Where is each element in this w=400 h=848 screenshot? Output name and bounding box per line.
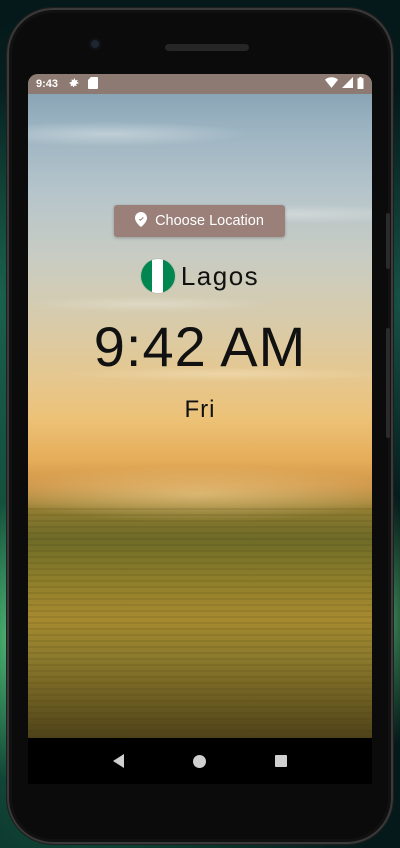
- earpiece-speaker: [165, 44, 249, 51]
- back-icon[interactable]: [112, 754, 124, 768]
- status-time: 9:43: [36, 78, 59, 90]
- choose-location-button[interactable]: Choose Location: [114, 205, 285, 237]
- app-screen: 9:43 Choose Location Lagos 9:42 AM Fri: [28, 74, 372, 738]
- wallpaper-field: [28, 504, 372, 738]
- clock-time: 9:42 AM: [93, 315, 307, 378]
- power-button: [386, 328, 390, 438]
- wifi-icon: [325, 77, 338, 91]
- choose-location-label: Choose Location: [155, 213, 264, 229]
- clock-day: Fri: [184, 396, 216, 423]
- status-bar: 9:43: [28, 74, 372, 94]
- city-row: Lagos: [28, 258, 372, 294]
- sd-card-icon: [88, 76, 99, 92]
- front-camera: [89, 38, 101, 50]
- navigation-bar: [28, 738, 372, 784]
- settings-icon: [68, 77, 80, 92]
- signal-icon: [342, 77, 353, 91]
- location-pin-icon: [135, 211, 148, 231]
- home-icon[interactable]: [192, 754, 206, 768]
- recents-icon[interactable]: [275, 755, 288, 767]
- nigeria-flag-icon: [140, 259, 175, 293]
- battery-icon: [357, 76, 364, 92]
- city-name: Lagos: [180, 260, 260, 291]
- volume-button: [386, 213, 390, 269]
